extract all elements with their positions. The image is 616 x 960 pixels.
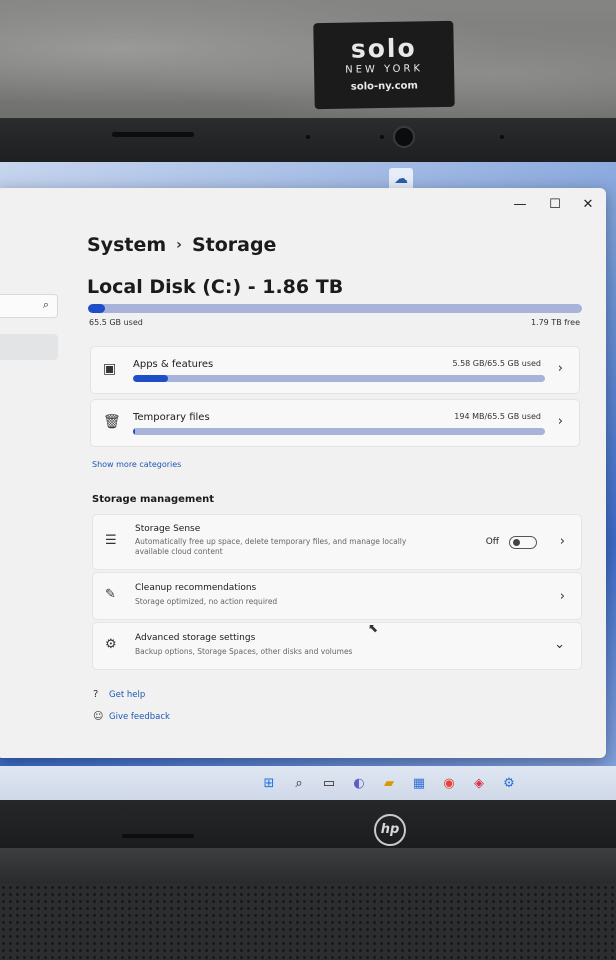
chin-slot — [122, 834, 194, 838]
chat-icon[interactable]: ◐ — [350, 775, 368, 793]
category-usage-fill — [133, 375, 169, 382]
sidebar-search-input[interactable]: ⌕ — [0, 294, 58, 318]
storage-sense-icon: ☰ — [105, 533, 117, 548]
cleanup-title: Cleanup recommendations — [135, 583, 257, 593]
chevron-right-icon: › — [557, 361, 563, 376]
hp-logo: hp — [374, 814, 406, 846]
solo-brand-tag: solo NEW YORK solo-ny.com — [313, 20, 455, 110]
advanced-description: Backup options, Storage Spaces, other di… — [135, 647, 353, 656]
storage-sense-description: Automatically free up space, delete temp… — [135, 537, 407, 556]
speaker-grille — [0, 884, 616, 960]
category-size: 5.58 GB/65.5 GB used — [452, 359, 541, 368]
cleanup-description: Storage optimized, no action required — [135, 597, 278, 606]
apps-icon: ▣ — [103, 361, 117, 377]
feedback-icon: ☺ — [93, 711, 104, 722]
storage-sense-toggle-label: Off — [485, 537, 499, 547]
maps-icon[interactable]: ◈ — [470, 775, 488, 793]
webcam — [393, 126, 415, 148]
get-help-label: Get help — [109, 690, 146, 700]
solo-url-text: solo-ny.com — [350, 80, 418, 93]
category-usage-bar — [133, 375, 545, 382]
chevron-right-icon: › — [557, 414, 563, 429]
breadcrumb-system[interactable]: System — [87, 234, 166, 256]
disk-usage-fill — [88, 304, 105, 313]
category-size: 194 MB/65.5 GB used — [454, 412, 541, 421]
search-icon[interactable]: ⌕ — [290, 775, 308, 793]
category-apps-features[interactable]: ▣ Apps & features 5.58 GB/65.5 GB used › — [90, 346, 580, 394]
close-button[interactable]: ✕ — [574, 194, 602, 216]
settings-window: — ☐ ✕ ⌕ System › Storage Local Disk (C:) -… — [0, 188, 606, 758]
solo-subtitle-text: NEW YORK — [345, 63, 424, 76]
file-explorer-icon[interactable]: ▰ — [380, 775, 398, 793]
desktop-app-icon[interactable]: ☁ — [389, 168, 413, 190]
start-icon[interactable]: ⊞ — [260, 775, 278, 793]
disk-free-label: 1.79 TB free — [530, 318, 580, 327]
storage-sense-row[interactable]: ☰ Storage Sense Automatically free up sp… — [92, 514, 582, 570]
solo-brand-text: solo — [350, 33, 417, 64]
give-feedback-label: Give feedback — [109, 712, 170, 722]
task-view-icon[interactable]: ▭ — [320, 775, 338, 793]
disk-usage-bar — [88, 304, 582, 313]
disk-used-label: 65.5 GB used — [89, 318, 143, 327]
chevron-right-icon: › — [176, 237, 182, 253]
camera-sensor-dot — [500, 135, 504, 139]
laptop-hinge — [0, 848, 616, 884]
category-temporary-files[interactable]: 🗑 Temporary files 194 MB/65.5 GB used › — [90, 399, 580, 447]
toggle-knob — [513, 539, 520, 546]
category-usage-fill — [133, 428, 136, 435]
store-icon[interactable]: ▦ — [410, 775, 428, 793]
bezel-slot — [112, 132, 194, 137]
get-help-link[interactable]: ? Get help — [93, 689, 145, 700]
maximize-button[interactable]: ☐ — [541, 194, 569, 216]
cleanup-recommendations-row[interactable]: ✎ Cleanup recommendations Storage optimi… — [92, 572, 582, 620]
chrome-icon[interactable]: ◉ — [440, 775, 458, 793]
taskbar: ⊞ ⌕ ▭ ◐ ▰ ▦ ◉ ◈ ⚙ — [0, 766, 616, 802]
storage-sense-title: Storage Sense — [135, 524, 201, 534]
advanced-title: Advanced storage settings — [135, 633, 256, 643]
settings-icon[interactable]: ⚙ — [500, 775, 518, 793]
category-title: Temporary files — [133, 412, 210, 423]
breadcrumb: System › Storage — [87, 234, 276, 256]
broom-icon: ✎ — [105, 587, 116, 602]
minimize-button[interactable]: — — [506, 194, 534, 216]
search-icon: ⌕ — [42, 298, 49, 311]
trash-icon: 🗑 — [103, 414, 121, 430]
camera-sensor-dot — [380, 135, 384, 139]
mouse-cursor-icon: ⬉ — [368, 621, 379, 635]
laptop-chin: hp — [0, 800, 616, 850]
sidebar-item-selected[interactable] — [0, 334, 58, 360]
disk-title: Local Disk (C:) - 1.86 TB — [87, 276, 344, 298]
gear-icon: ⚙ — [105, 637, 117, 652]
storage-management-heading: Storage management — [92, 494, 215, 505]
chevron-right-icon: › — [559, 589, 565, 604]
show-more-categories-link[interactable]: Show more categories — [92, 460, 181, 469]
give-feedback-link[interactable]: ☺ Give feedback — [93, 711, 170, 722]
advanced-storage-settings-row[interactable]: ⚙ Advanced storage settings Backup optio… — [92, 622, 582, 670]
category-title: Apps & features — [133, 359, 214, 370]
help-icon: ? — [93, 689, 99, 700]
laptop-top-bezel — [0, 118, 616, 166]
category-usage-bar — [133, 428, 545, 435]
fabric-background — [0, 0, 616, 122]
laptop-screen: ☁ — ☐ ✕ ⌕ System › Storage Local Disk (C:)… — [0, 162, 616, 802]
storage-sense-toggle[interactable] — [509, 536, 537, 549]
chevron-down-icon: ⌄ — [554, 637, 565, 652]
breadcrumb-storage: Storage — [191, 234, 277, 256]
camera-sensor-dot — [306, 135, 310, 139]
chevron-right-icon: › — [559, 534, 565, 549]
